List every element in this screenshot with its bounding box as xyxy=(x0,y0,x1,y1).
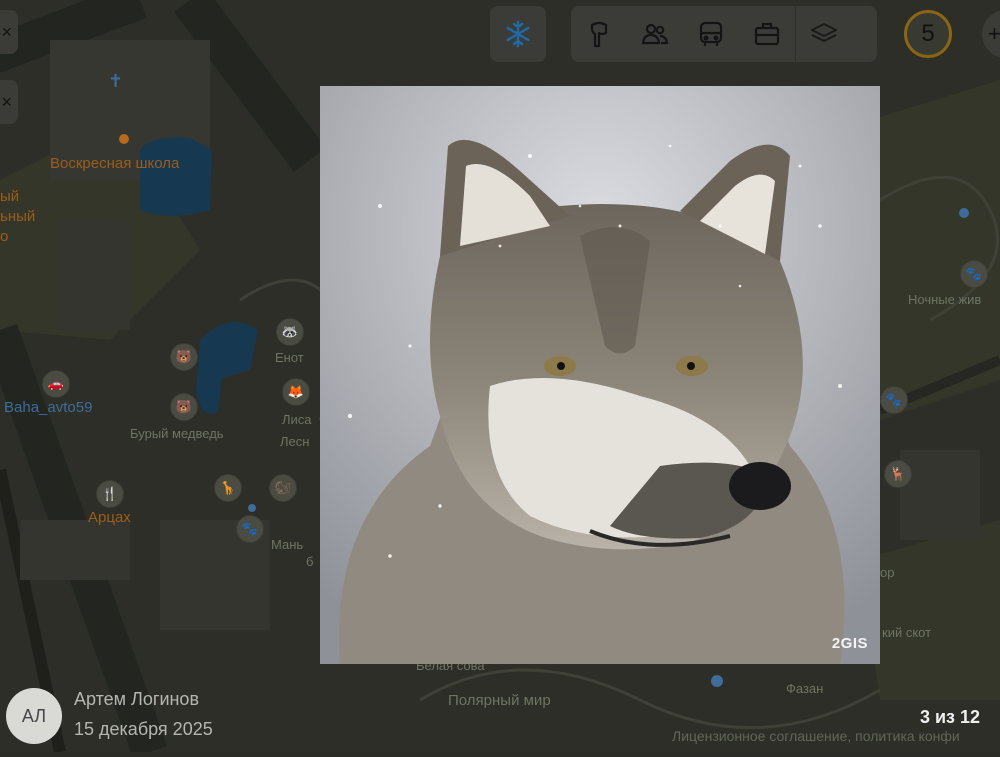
svg-text:✝: ✝ xyxy=(108,71,123,92)
raccoon-poi-icon[interactable]: 🦝 xyxy=(276,318,304,346)
map-label-fox[interactable]: Лиса xyxy=(282,412,312,427)
map-label-baha-avto[interactable]: Baha_avto59 xyxy=(4,399,92,416)
map-label-mammoth[interactable]: Мань xyxy=(271,537,303,552)
map-label-forest[interactable]: Лесн xyxy=(280,434,309,449)
author-name[interactable]: Артем Логинов xyxy=(74,689,199,710)
bear-poi-icon[interactable]: 🐻 xyxy=(170,343,198,371)
watermark-logo: 2GIS xyxy=(831,635,868,652)
map-label-raccoon[interactable]: Енот xyxy=(275,350,304,365)
layers-icon[interactable] xyxy=(795,6,852,62)
map-label-polar-world[interactable]: Полярный мир xyxy=(448,692,551,709)
map-label-artsakh[interactable]: Арцах xyxy=(88,509,131,526)
attraction-icon[interactable] xyxy=(571,6,627,62)
animal-poi-icon[interactable]: 🦒 xyxy=(214,474,242,502)
bear-poi-icon[interactable]: 🐻 xyxy=(170,393,198,421)
map-label-night-animals[interactable]: Ночные жив xyxy=(908,292,981,307)
snowflake-icon xyxy=(490,6,546,62)
winter-mode-button[interactable] xyxy=(490,6,546,62)
bus-icon[interactable] xyxy=(683,6,739,62)
deer-poi-icon[interactable]: 🦌 xyxy=(884,460,912,488)
map-label-partial[interactable]: о xyxy=(0,228,8,245)
restaurant-icon[interactable]: 🍴 xyxy=(96,480,124,508)
photo-count-badge[interactable]: 5 xyxy=(904,10,952,58)
map-label-cattle[interactable]: кий скот xyxy=(882,625,931,640)
people-icon[interactable] xyxy=(627,6,683,62)
photo-viewer-image[interactable]: 2GIS xyxy=(320,86,880,664)
car-service-icon[interactable]: 🚗 xyxy=(42,370,70,398)
license-link[interactable]: Лицензионное соглашение, политика конфи xyxy=(672,728,960,744)
briefcase-icon[interactable] xyxy=(739,6,795,62)
map-label-pheasant[interactable]: Фазан xyxy=(786,681,823,696)
map-label-brown-bear[interactable]: Бурый медведь xyxy=(130,426,224,441)
wolf-photo xyxy=(320,86,880,664)
map-label-mammoth[interactable]: б xyxy=(306,554,313,569)
animal-poi-icon[interactable]: 🐾 xyxy=(960,260,988,288)
photo-counter: 3 из 12 xyxy=(919,707,980,727)
map-label-partial[interactable]: ьный xyxy=(0,208,35,225)
fox-poi-icon[interactable]: 🦊 xyxy=(282,378,310,406)
photo-date: 15 декабря 2025 xyxy=(74,719,213,739)
squirrel-poi-icon[interactable]: 🐿 xyxy=(269,474,297,502)
avatar[interactable]: АЛ xyxy=(6,688,62,744)
map-label-partial[interactable]: ый xyxy=(0,188,19,205)
close-side-button[interactable]: × xyxy=(0,80,18,124)
map-layers-toolbar xyxy=(571,6,877,62)
map-label-partial[interactable]: ор xyxy=(880,565,894,580)
animal-poi-icon[interactable]: 🐾 xyxy=(880,386,908,414)
close-side-button[interactable]: × xyxy=(0,10,18,54)
animal-poi-icon[interactable]: 🐾 xyxy=(236,515,264,543)
map-label-sunday-school[interactable]: Воскресная школа xyxy=(50,155,179,172)
